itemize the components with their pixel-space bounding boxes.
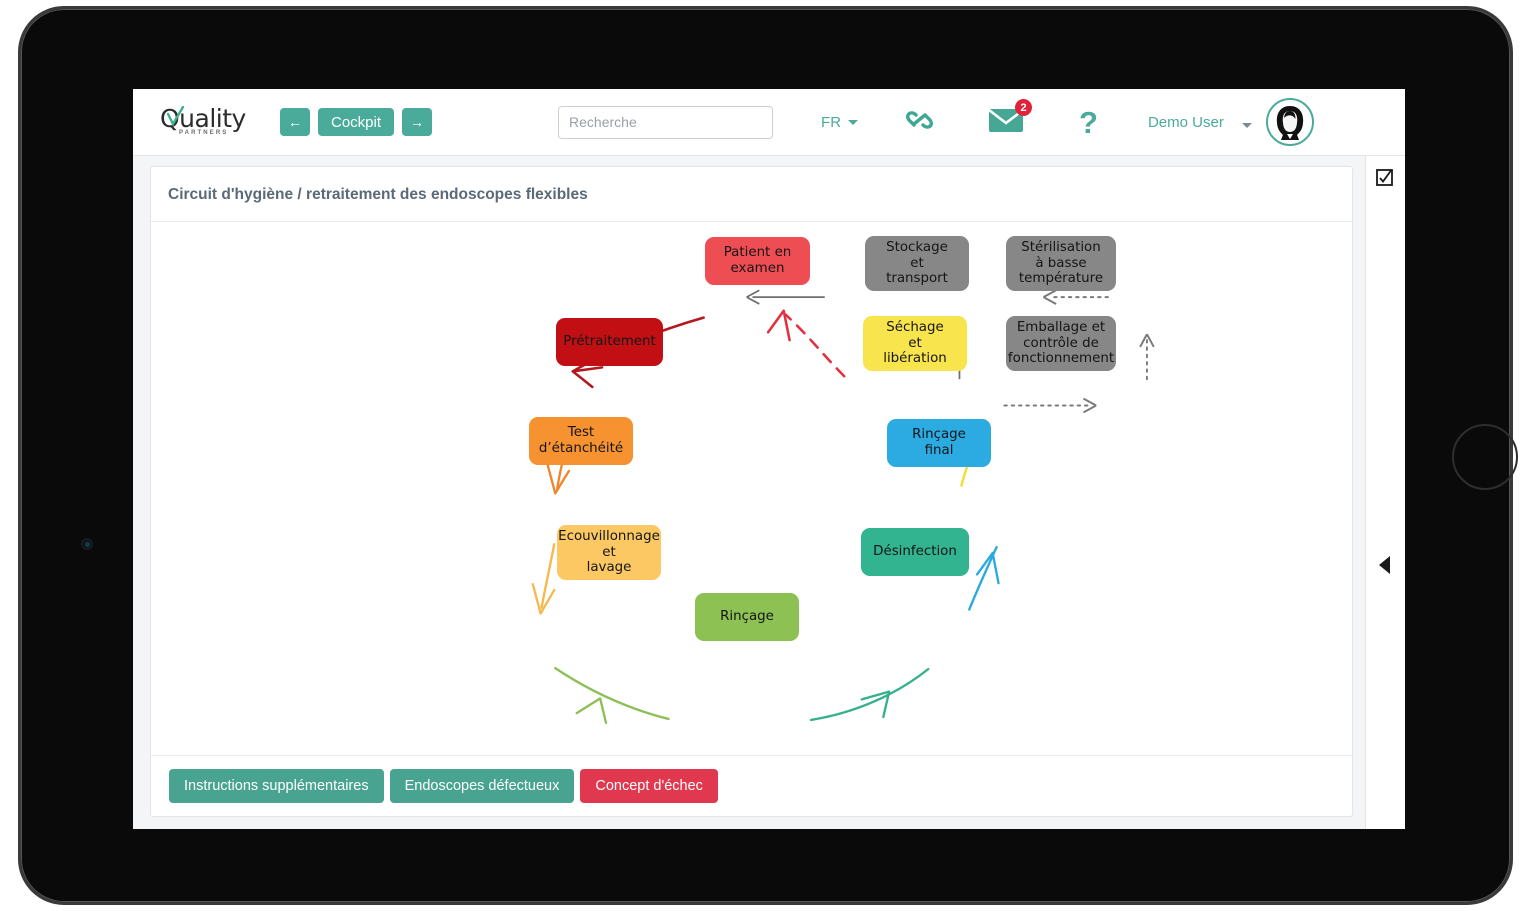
diagram-node-stockage[interactable]: Stockage et transport xyxy=(865,236,969,291)
language-label: FR xyxy=(821,113,842,131)
avatar[interactable] xyxy=(1265,98,1314,146)
endoscopes-defectueux-button[interactable]: Endoscopes défectueux xyxy=(389,769,575,803)
diagram-node-desinfect[interactable]: Désinfection xyxy=(861,528,969,576)
app-header: Quality PARTNERS ← Cockpit → FR xyxy=(133,89,1405,156)
edge-stockage-to-patient xyxy=(746,289,825,305)
logo-subtitle: PARTNERS xyxy=(179,130,229,136)
search-input[interactable] xyxy=(558,105,774,139)
mail-icon[interactable]: 2 xyxy=(988,99,1033,138)
instructions-supplementaires-button[interactable]: Instructions supplémentaires xyxy=(169,769,384,803)
diagram-node-patient[interactable]: Patient en examen xyxy=(705,237,810,285)
brand-logo[interactable]: Quality PARTNERS xyxy=(160,100,256,144)
mail-unread-badge: 2 xyxy=(1015,99,1033,116)
concept-echec-button[interactable]: Concept d'échec xyxy=(580,769,718,803)
flow-diagram-edges xyxy=(531,289,1155,725)
page-title: Circuit d'hygiène / retraitement des end… xyxy=(151,167,1352,222)
forward-button[interactable]: → xyxy=(402,108,433,136)
checkbox-checked-icon[interactable] xyxy=(1376,169,1393,186)
diagram-node-emballage[interactable]: Emballage et contrôle de fonctionnement xyxy=(1006,316,1116,371)
edge-sterilisation-to-stockage xyxy=(1042,289,1109,305)
tablet-device-frame: Quality PARTNERS ← Cockpit → FR xyxy=(18,6,1518,905)
back-button[interactable]: ← xyxy=(280,108,310,136)
diagram-node-test[interactable]: Test d’étanchéité xyxy=(529,417,633,465)
edge-sechage-to-patient-failure xyxy=(766,309,846,378)
edge-emballage-to-sterilisation xyxy=(1139,333,1155,381)
nav-button-group: ← Cockpit → xyxy=(280,108,433,136)
collapse-left-triangle-icon[interactable] xyxy=(1379,556,1390,574)
content-card: Circuit d'hygiène / retraitement des end… xyxy=(150,166,1353,817)
diagram-node-pretraite[interactable]: Prétraitement xyxy=(556,318,663,366)
edge-desinfection-to-rincage-final xyxy=(968,545,1000,611)
diagram-node-sechage[interactable]: Séchage et libération xyxy=(863,316,967,371)
diagram-node-ecouvillon[interactable]: Ecouvillonnage et lavage xyxy=(557,525,661,580)
flow-diagram: Patient en examen Prétraitement Test d’éta… xyxy=(151,222,1352,756)
device-camera-icon xyxy=(81,538,93,550)
app-body: Circuit d'hygiène / retraitement des end… xyxy=(133,156,1405,829)
device-home-button[interactable] xyxy=(1452,424,1518,490)
footer-action-bar: Instructions supplémentaires Endoscopes … xyxy=(151,756,1352,816)
device-screen: Quality PARTNERS ← Cockpit → FR xyxy=(133,89,1405,829)
user-menu-chevron-down-icon[interactable] xyxy=(1241,122,1252,128)
search-container xyxy=(558,105,774,139)
edge-ecouvillonnage-to-rincage xyxy=(554,666,670,725)
edge-rincage-to-desinfection xyxy=(809,667,930,722)
content-column: Circuit d'hygiène / retraitement des end… xyxy=(133,156,1365,829)
edge-test-to-ecouvillonnage xyxy=(531,542,556,615)
help-icon[interactable]: ? xyxy=(1079,107,1098,138)
edge-sechage-to-emballage xyxy=(1003,397,1097,414)
link-icon[interactable] xyxy=(903,106,936,139)
diagram-node-sterilisation[interactable]: Stérilisation à basse température xyxy=(1006,236,1116,291)
right-rail xyxy=(1365,156,1405,829)
diagram-node-rincagefin[interactable]: Rinçage final xyxy=(887,419,991,467)
language-selector[interactable]: FR xyxy=(821,113,859,131)
chevron-down-icon xyxy=(848,119,859,125)
diagram-node-rincage[interactable]: Rinçage xyxy=(695,593,799,641)
user-name-label[interactable]: Demo User xyxy=(1148,114,1224,131)
check-icon xyxy=(167,106,184,127)
cockpit-button[interactable]: Cockpit xyxy=(318,108,395,136)
